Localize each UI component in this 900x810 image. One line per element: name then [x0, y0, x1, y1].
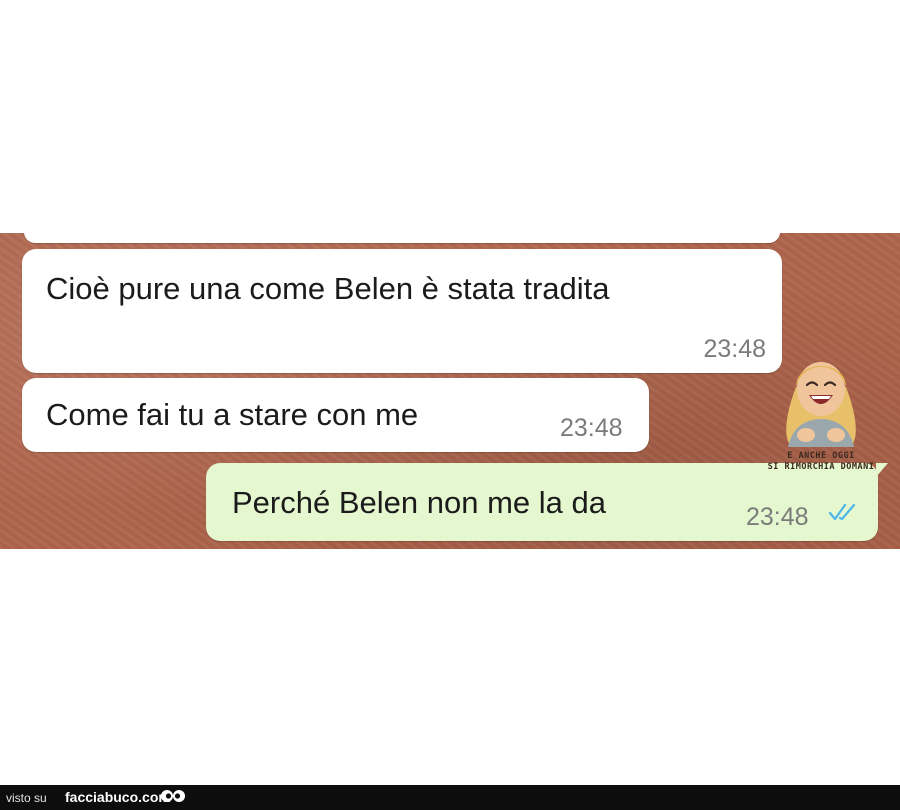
sticker-illustration [786, 362, 856, 447]
message-text: Perché Belen non me la da [232, 485, 606, 520]
read-receipt-icon [828, 503, 856, 521]
message-time: 23:48 [703, 335, 766, 363]
message-time: 23:48 [746, 503, 809, 531]
watermark-footer: visto su facciabuco.com [0, 785, 900, 810]
sticker-caption-line: SI RIMORCHIA DOMANI [767, 462, 875, 472]
sticker-caption-line: E ANCHE OGGI [787, 451, 855, 461]
sticker-caption: E ANCHE OGGI SI RIMORCHIA DOMANI [762, 451, 880, 473]
incoming-message-bubble[interactable]: Come fai tu a stare con me 23:48 [22, 378, 649, 452]
chat-area[interactable]: Cioè pure una come Belen è stata tradita… [0, 233, 900, 549]
message-text: Come fai tu a stare con me [46, 397, 419, 432]
message-time: 23:48 [560, 414, 623, 442]
footer-prefix: visto su [6, 791, 47, 805]
message-text: Cioè pure una come Belen è stata tradita [46, 271, 610, 306]
laughing-woman-sticker[interactable]: E ANCHE OGGI SI RIMORCHIA DOMANI [762, 343, 880, 503]
previous-message-bubble[interactable] [24, 233, 780, 243]
eyes-logo-icon [161, 790, 185, 802]
incoming-message-bubble[interactable]: Cioè pure una come Belen è stata tradita… [22, 249, 782, 373]
site-link[interactable]: facciabuco.com [65, 789, 171, 805]
